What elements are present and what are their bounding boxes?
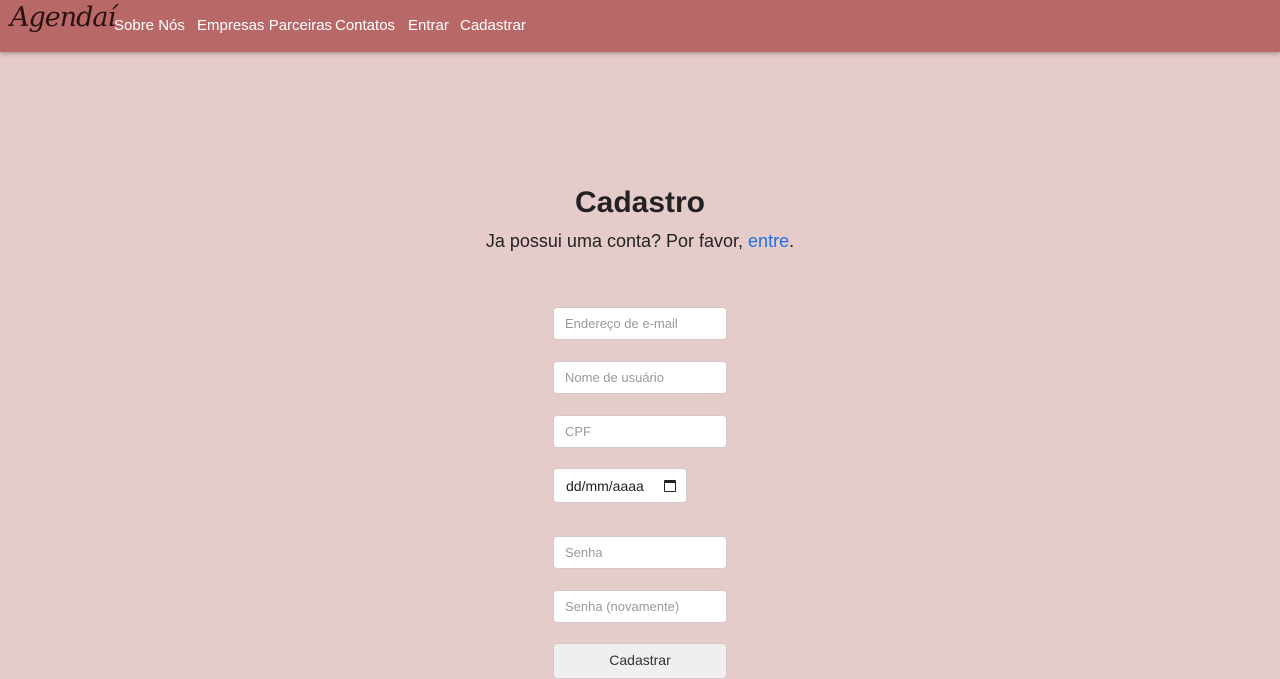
nav-link-sobre-nos[interactable]: Sobre Nós: [114, 17, 185, 34]
cpf-field[interactable]: [553, 415, 727, 448]
calendar-icon[interactable]: [664, 479, 676, 492]
birthdate-field[interactable]: dd/mm/aaaa: [553, 468, 687, 503]
brand-logo[interactable]: Agendaí: [10, 2, 116, 33]
password-field[interactable]: [553, 536, 727, 569]
page-title: Cadastro: [574, 186, 706, 219]
nav-link-contatos[interactable]: Contatos: [335, 17, 395, 34]
username-field[interactable]: [553, 361, 727, 394]
nav-link-entrar[interactable]: Entrar: [408, 17, 449, 34]
birthdate-placeholder: dd/mm/aaaa: [566, 477, 644, 494]
login-link[interactable]: entre: [748, 231, 789, 251]
nav-link-empresas-parceiras[interactable]: Empresas Parceiras: [197, 17, 332, 34]
nav-link-cadastrar[interactable]: Cadastrar: [460, 17, 526, 34]
email-field[interactable]: [553, 307, 727, 340]
submit-button[interactable]: Cadastrar: [553, 643, 727, 679]
navbar: Agendaí Sobre Nós Empresas Parceiras Con…: [0, 0, 1280, 52]
login-prompt-end: .: [789, 231, 795, 251]
login-prompt: Ja possui uma conta? Por favor, entre.: [0, 231, 1280, 252]
login-prompt-text: Ja possui uma conta? Por favor,: [485, 231, 749, 251]
password-confirm-field[interactable]: [553, 590, 727, 623]
